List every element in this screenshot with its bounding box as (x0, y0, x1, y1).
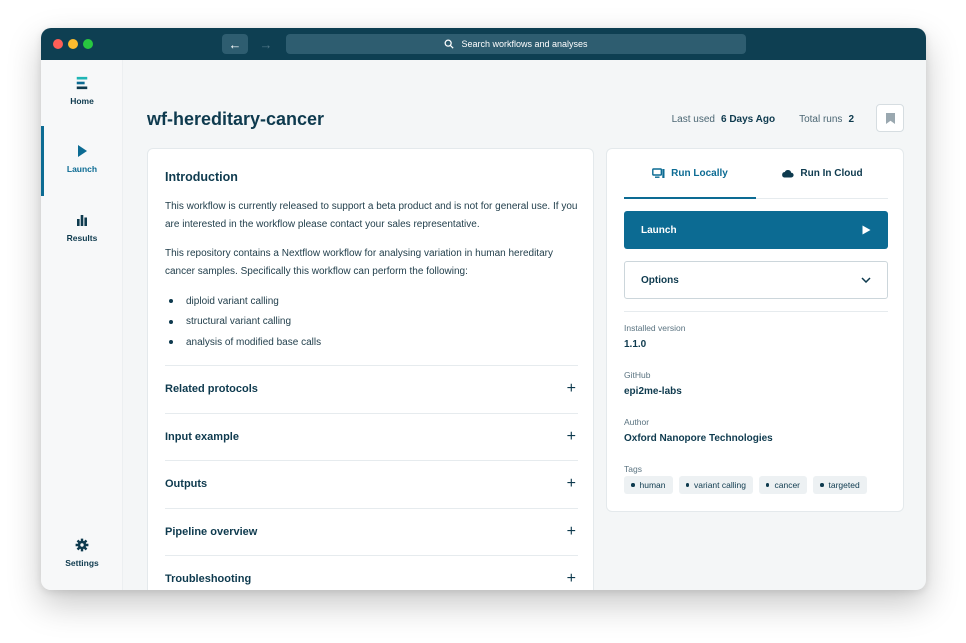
launch-button-label: Launch (641, 224, 677, 236)
introduction-heading: Introduction (165, 170, 238, 184)
intro-paragraph: This repository contains a Nextflow work… (165, 248, 553, 277)
options-label: Options (641, 274, 679, 286)
intro-paragraph: This workflow is currently released to s… (165, 201, 578, 230)
chevron-down-icon (861, 277, 871, 283)
main-content: wf-hereditary-cancer Last used 6 Days Ag… (123, 60, 926, 590)
sidebar-item-label: Launch (66, 164, 98, 174)
options-dropdown[interactable]: Options (624, 261, 888, 299)
tab-run-locally[interactable]: Run Locally (624, 149, 756, 199)
plus-icon: + (566, 522, 576, 540)
list-item: structural variant calling (165, 312, 321, 333)
accordion-label: Troubleshooting (165, 573, 252, 586)
list-item: diploid variant calling (165, 291, 321, 312)
close-window-button[interactable] (53, 39, 63, 49)
author-label: Author (624, 417, 650, 427)
author-value: Oxford Nanopore Technologies (624, 433, 773, 444)
github-link[interactable]: epi2me-labs (624, 386, 682, 397)
sidebar-item-label: Home (70, 96, 94, 106)
tag-badge: targeted (813, 476, 867, 494)
bookmark-button[interactable] (876, 104, 904, 132)
play-icon (862, 225, 871, 235)
accordion-label: Related protocols (165, 383, 258, 396)
plus-icon: + (566, 380, 576, 398)
feature-list: diploid variant calling structural varia… (165, 291, 321, 353)
cloud-icon (782, 170, 794, 178)
last-used-label: Last used (671, 114, 715, 125)
tab-label: Run Locally (671, 167, 728, 179)
sidebar-item-label: Results (66, 233, 98, 243)
home-icon (76, 76, 88, 90)
computer-icon (652, 167, 665, 178)
total-runs-label: Total runs (799, 114, 843, 125)
page-title: wf-hereditary-cancer (147, 109, 325, 129)
play-icon (78, 145, 87, 157)
bookmark-icon (885, 112, 895, 124)
plus-icon: + (566, 427, 576, 445)
app-window: ← → Search workflows and analyses Home L… (41, 28, 926, 590)
sidebar-item-launch[interactable]: Launch (41, 144, 123, 174)
tag-badge: variant calling (678, 476, 753, 494)
accordion-related-protocols[interactable]: Related protocols + (165, 365, 578, 413)
last-used-value: 6 Days Ago (720, 114, 776, 125)
sidebar-item-label: Settings (65, 558, 99, 568)
divider (624, 311, 888, 312)
launch-button[interactable]: Launch (624, 211, 888, 249)
description-card: Introduction This workflow is currently … (147, 148, 594, 590)
arrow-right-icon: → (259, 36, 273, 52)
installed-version-value: 1.1.0 (624, 339, 647, 350)
list-item: analysis of modified base calls (165, 332, 321, 353)
accordion-outputs[interactable]: Outputs + (165, 460, 578, 508)
tag-badge: human (624, 476, 673, 494)
search-bar[interactable]: Search workflows and analyses (286, 34, 746, 54)
arrow-left-icon: ← (228, 36, 242, 52)
search-icon (445, 39, 455, 49)
tab-label: Run In Cloud (800, 168, 863, 179)
workflow-stats: Last used 6 Days Ago Total runs 2 (672, 114, 854, 125)
title-bar: ← → Search workflows and analyses (41, 28, 926, 60)
plus-icon: + (566, 570, 576, 588)
maximize-window-button[interactable] (83, 39, 93, 49)
accordion-label: Pipeline overview (165, 525, 258, 538)
total-runs-value: 2 (848, 114, 854, 125)
accordion-label: Input example (165, 430, 239, 443)
tag-badge: cancer (758, 476, 807, 494)
sidebar-item-settings[interactable]: Settings (41, 538, 123, 568)
sidebar-item-results[interactable]: Results (41, 213, 123, 243)
accordion-pipeline-overview[interactable]: Pipeline overview + (165, 507, 578, 556)
tags-label: Tags (624, 464, 642, 474)
sidebar: Home Launch Results Settings (41, 60, 123, 590)
github-label: GitHub (624, 370, 651, 380)
sidebar-item-home[interactable]: Home (41, 76, 123, 106)
gear-icon (75, 538, 89, 552)
forward-button[interactable]: → (253, 34, 279, 54)
installed-version-label: Installed version (624, 323, 686, 333)
minimize-window-button[interactable] (68, 39, 78, 49)
accordion-label: Outputs (165, 478, 208, 491)
accordion-troubleshooting[interactable]: Troubleshooting + (165, 555, 578, 590)
search-placeholder: Search workflows and analyses (461, 39, 588, 49)
tab-run-in-cloud[interactable]: Run In Cloud (756, 149, 888, 199)
back-button[interactable]: ← (222, 34, 248, 54)
plus-icon: + (566, 475, 576, 493)
accordion-input-example[interactable]: Input example + (165, 412, 578, 461)
bar-chart-icon (77, 215, 87, 226)
run-panel: Run Locally Run In Cloud Launch Options … (606, 148, 904, 512)
tag-list: human variant calling cancer targeted (624, 476, 867, 494)
